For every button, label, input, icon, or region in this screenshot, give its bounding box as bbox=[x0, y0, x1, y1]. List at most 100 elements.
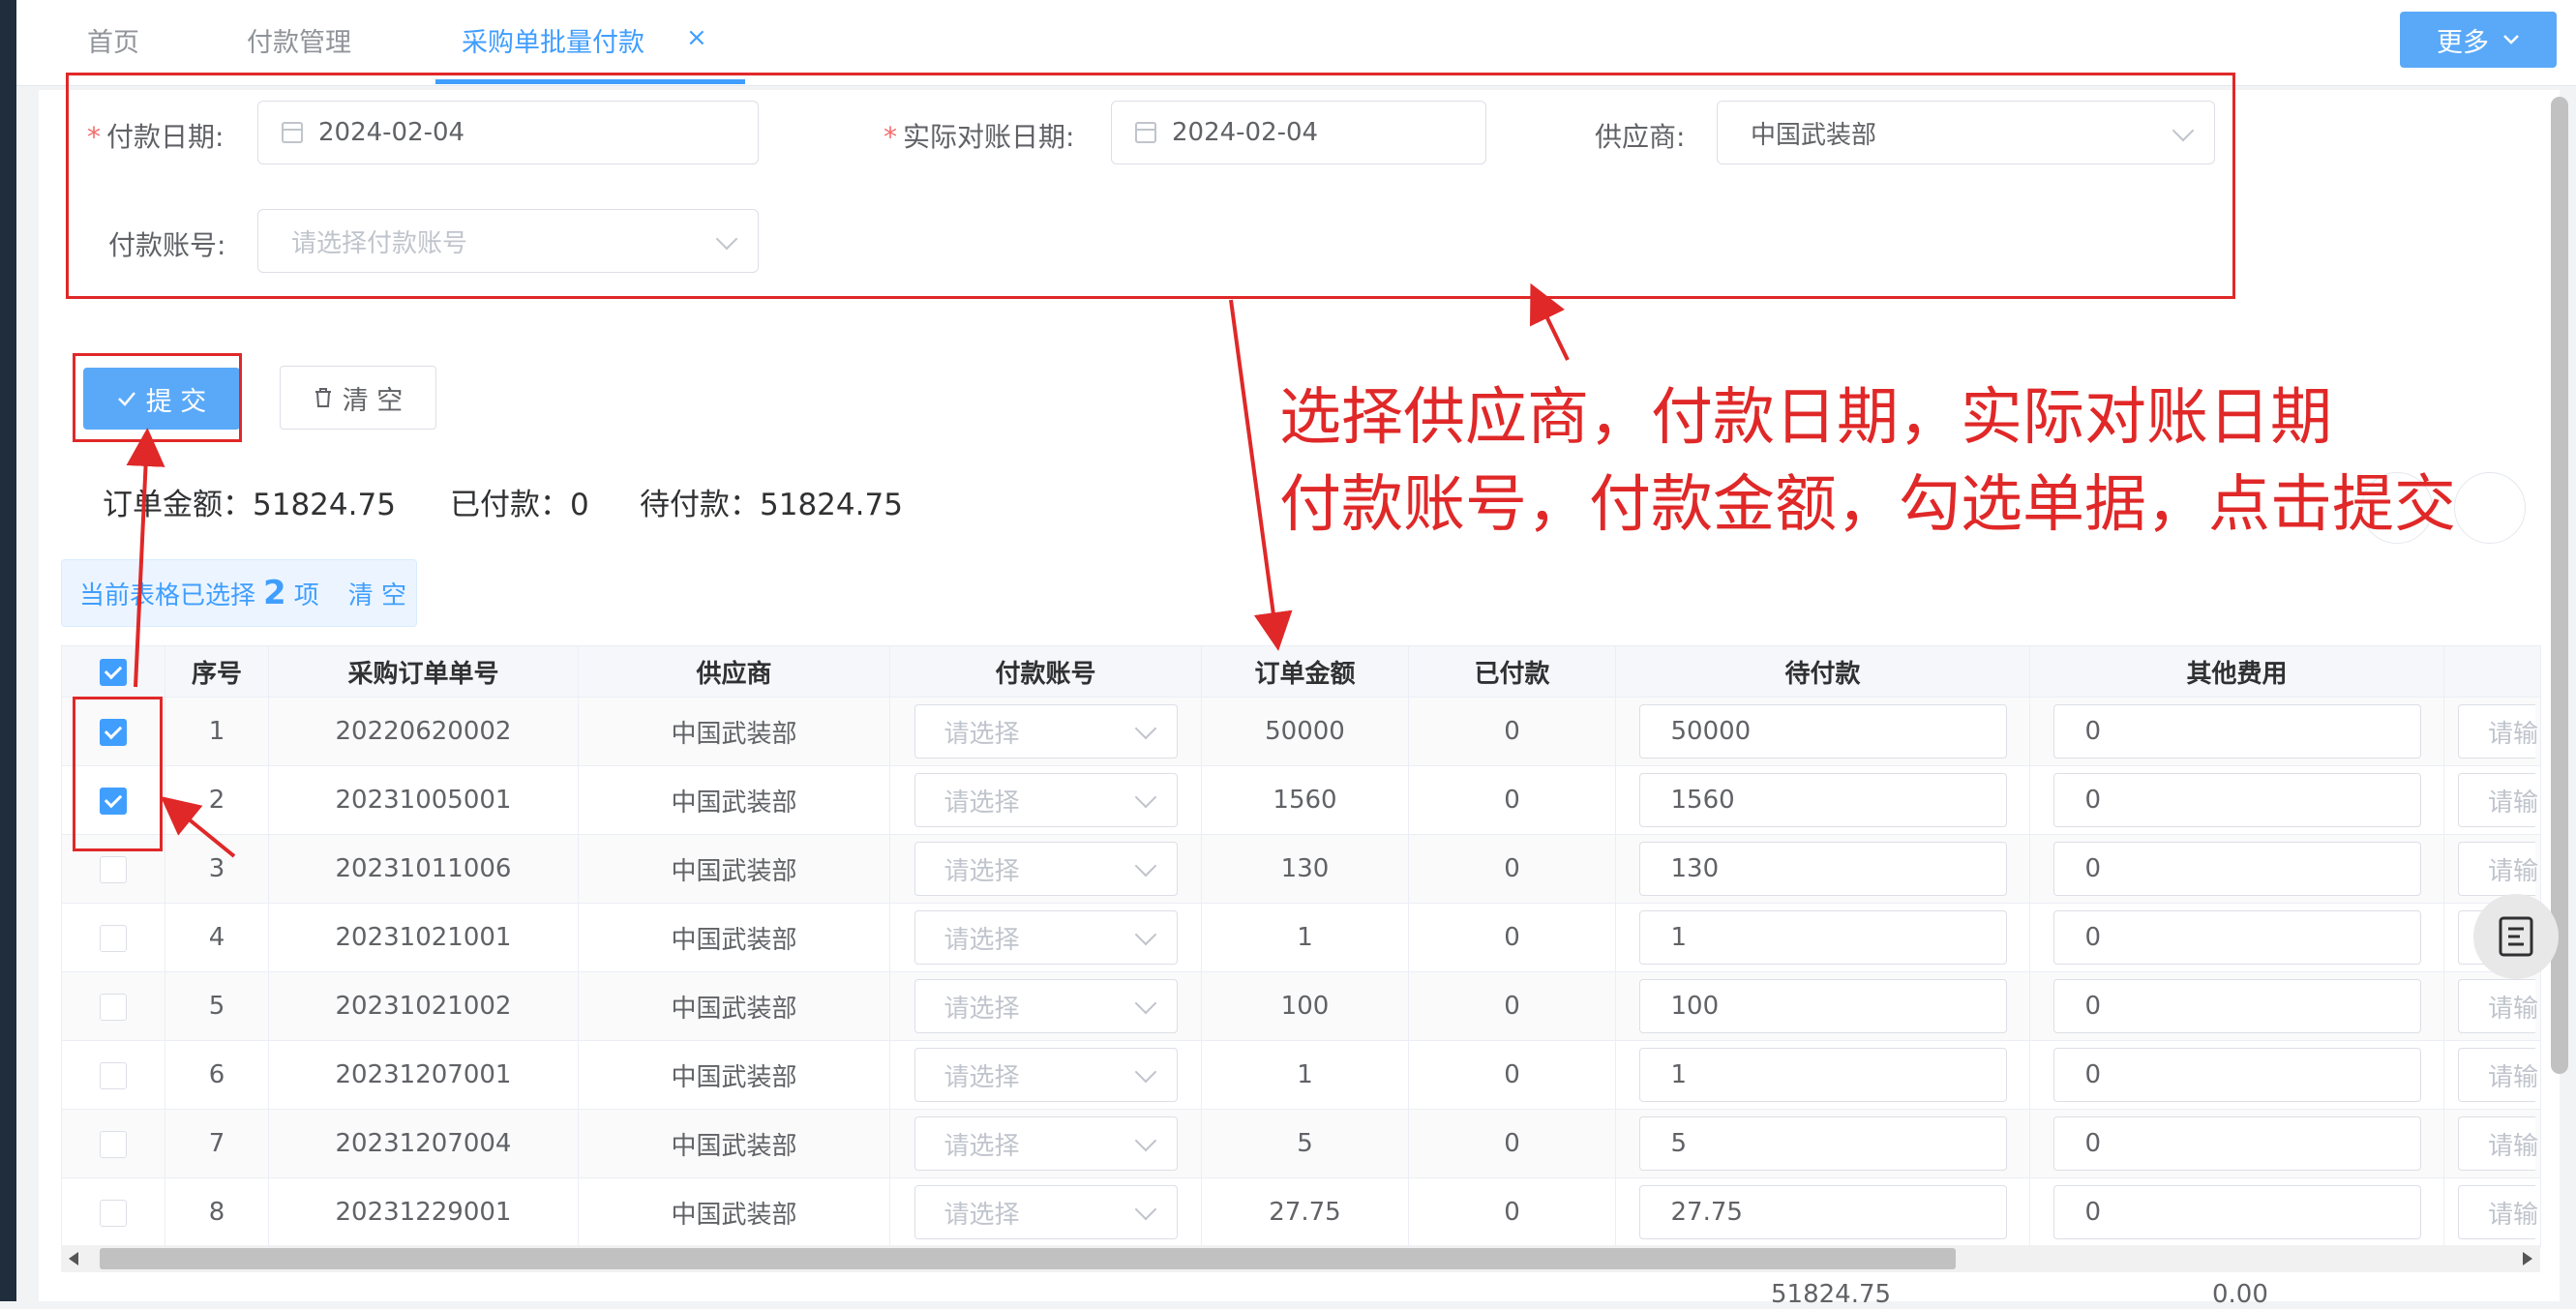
row-extra-input[interactable]: 请输 bbox=[2458, 979, 2538, 1033]
scroll-left-icon[interactable] bbox=[69, 1252, 78, 1265]
row-account-select[interactable]: 请选择 bbox=[914, 1116, 1178, 1171]
chevron-down-icon bbox=[1134, 1060, 1156, 1084]
column-header: 采购订单单号 bbox=[268, 645, 579, 698]
row-other-fee-input[interactable]: 0 bbox=[2052, 1048, 2421, 1102]
tab-close-icon[interactable]: × bbox=[686, 23, 707, 52]
row-other-fee-input[interactable]: 0 bbox=[2052, 842, 2421, 896]
row-pending-input[interactable]: 1560 bbox=[1638, 773, 2007, 827]
amount-cell: 1 bbox=[1201, 903, 1409, 972]
row-account-placeholder: 请选择 bbox=[944, 1131, 1020, 1161]
row-checkbox[interactable] bbox=[100, 1199, 127, 1227]
row-index: 4 bbox=[165, 903, 269, 972]
row-pending-input[interactable]: 130 bbox=[1638, 842, 2007, 896]
tab-home[interactable]: 首页 bbox=[87, 21, 139, 59]
other-fee-cell: 0 bbox=[2029, 765, 2444, 835]
tab-batch-payment[interactable]: 采购单批量付款 bbox=[462, 21, 644, 59]
document-icon[interactable] bbox=[2473, 894, 2559, 979]
orders-table: 序号 采购订单单号 供应商 付款账号 订单金额 已付款 待付款 其他费用 1 20… bbox=[61, 645, 2541, 1247]
row-extra-input[interactable]: 请输 bbox=[2458, 1185, 2538, 1239]
more-button[interactable]: 更多 bbox=[2400, 12, 2557, 68]
row-other-fee-input[interactable]: 0 bbox=[2052, 1185, 2421, 1239]
row-checkbox[interactable] bbox=[100, 924, 127, 952]
row-account-select[interactable]: 请选择 bbox=[914, 773, 1178, 827]
row-other-fee-input[interactable]: 0 bbox=[2052, 979, 2421, 1033]
row-index: 3 bbox=[165, 834, 269, 904]
row-select-cell[interactable] bbox=[61, 1177, 165, 1247]
row-account-select[interactable]: 请选择 bbox=[914, 842, 1178, 896]
row-account-select[interactable]: 请选择 bbox=[914, 979, 1178, 1033]
scroll-right-icon[interactable] bbox=[2523, 1252, 2532, 1265]
column-header: 订单金额 bbox=[1201, 645, 1409, 698]
column-header: 其他费用 bbox=[2029, 645, 2444, 698]
row-pending-input[interactable]: 1 bbox=[1638, 910, 2007, 965]
footer-other-sum: 0.00 bbox=[2212, 1280, 2268, 1309]
column-header: 付款账号 bbox=[889, 645, 1202, 698]
row-checkbox[interactable] bbox=[100, 1061, 127, 1089]
row-checkbox[interactable] bbox=[100, 993, 127, 1021]
row-select-cell[interactable] bbox=[61, 971, 165, 1041]
account-cell: 请选择 bbox=[889, 697, 1202, 766]
clear-button[interactable]: 清 空 bbox=[280, 366, 436, 430]
amount-cell: 27.75 bbox=[1201, 1177, 1409, 1247]
amount-cell: 50000 bbox=[1201, 697, 1409, 766]
account-cell: 请选择 bbox=[889, 834, 1202, 904]
row-pending-input[interactable]: 27.75 bbox=[1638, 1185, 2007, 1239]
row-extra-input[interactable]: 请输 bbox=[2458, 1048, 2538, 1102]
supplier-cell: 中国武装部 bbox=[578, 1177, 890, 1247]
column-header: 序号 bbox=[165, 645, 269, 698]
row-other-fee-input[interactable]: 0 bbox=[2052, 910, 2421, 965]
tab-payment-management[interactable]: 付款管理 bbox=[247, 21, 351, 59]
horizontal-scrollbar[interactable] bbox=[61, 1245, 2540, 1272]
order-number: 20231005001 bbox=[268, 765, 579, 835]
row-other-fee-input[interactable]: 0 bbox=[2052, 773, 2421, 827]
chevron-down-icon bbox=[1134, 717, 1156, 740]
row-pending-input[interactable]: 50000 bbox=[1638, 704, 2007, 759]
row-other-fee-input[interactable]: 0 bbox=[2052, 704, 2421, 759]
scroll-thumb[interactable] bbox=[100, 1248, 1956, 1269]
paid-cell: 0 bbox=[1408, 1040, 1616, 1110]
select-all-cell[interactable] bbox=[61, 645, 165, 698]
order-number: 20231229001 bbox=[268, 1177, 579, 1247]
row-other-fee-input[interactable]: 0 bbox=[2052, 1116, 2421, 1171]
row-pending-input[interactable]: 5 bbox=[1638, 1116, 2007, 1171]
row-account-placeholder: 请选择 bbox=[944, 1062, 1020, 1092]
supplier-cell: 中国武装部 bbox=[578, 697, 890, 766]
clear-label: 清 空 bbox=[342, 385, 404, 416]
chevron-down-icon bbox=[1134, 992, 1156, 1015]
row-account-select[interactable]: 请选择 bbox=[914, 704, 1178, 759]
row-account-select[interactable]: 请选择 bbox=[914, 1185, 1178, 1239]
row-index: 6 bbox=[165, 1040, 269, 1110]
row-select-cell[interactable] bbox=[61, 903, 165, 972]
row-extra-input[interactable]: 请输 bbox=[2458, 773, 2538, 827]
other-fee-cell: 0 bbox=[2029, 697, 2444, 766]
selection-clear-link[interactable]: 清 空 bbox=[348, 576, 406, 611]
row-index: 8 bbox=[165, 1177, 269, 1247]
selection-info-bar: 当前表格已选择 2 项 清 空 bbox=[61, 559, 417, 627]
paid-cell: 0 bbox=[1408, 765, 1616, 835]
row-extra-input[interactable]: 请输 bbox=[2458, 704, 2538, 759]
amount-cell: 130 bbox=[1201, 834, 1409, 904]
row-checkbox[interactable] bbox=[100, 1130, 127, 1158]
paid-cell: 0 bbox=[1408, 903, 1616, 972]
row-extra-input[interactable]: 请输 bbox=[2458, 1116, 2538, 1171]
row-account-placeholder: 请选择 bbox=[944, 925, 1020, 955]
chevron-down-icon bbox=[1134, 1198, 1156, 1221]
row-index: 2 bbox=[165, 765, 269, 835]
row-pending-input[interactable]: 100 bbox=[1638, 979, 2007, 1033]
annotation-box-submit bbox=[73, 353, 242, 442]
select-all-checkbox[interactable] bbox=[100, 658, 127, 686]
row-account-placeholder: 请选择 bbox=[944, 856, 1020, 886]
row-select-cell[interactable] bbox=[61, 1109, 165, 1178]
paid-cell: 0 bbox=[1408, 834, 1616, 904]
row-account-select[interactable]: 请选择 bbox=[914, 1048, 1178, 1102]
extra-cell: 请输 bbox=[2443, 1040, 2541, 1110]
column-settings-button[interactable] bbox=[2454, 472, 2526, 544]
pending-cell: 100 bbox=[1615, 971, 2030, 1041]
extra-cell: 请输 bbox=[2443, 834, 2541, 904]
row-select-cell[interactable] bbox=[61, 1040, 165, 1110]
row-account-select[interactable]: 请选择 bbox=[914, 910, 1178, 965]
row-pending-input[interactable]: 1 bbox=[1638, 1048, 2007, 1102]
row-extra-input[interactable]: 请输 bbox=[2458, 842, 2538, 896]
row-checkbox[interactable] bbox=[100, 855, 127, 883]
amount-cell: 5 bbox=[1201, 1109, 1409, 1178]
